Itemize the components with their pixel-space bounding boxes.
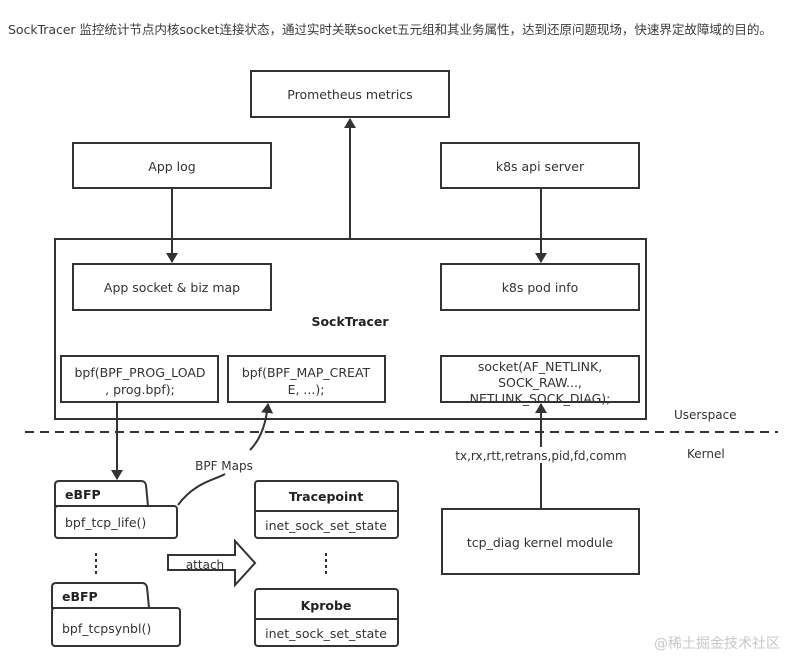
socket-netlink-line-2: SOCK_RAW...,: [498, 375, 582, 390]
kernel-label: Kernel: [687, 447, 725, 461]
kprobe-hook: Kprobe inet_sock_set_state: [254, 588, 399, 647]
bpf-prog-load-box: bpf(BPF_PROG_LOAD , prog.bpf);: [60, 355, 219, 403]
ebpf-program-1-title: eBFP: [65, 487, 101, 502]
bpf-map-create-line-2: E, ...);: [288, 382, 325, 397]
diag-fields-label: tx,rx,rtt,retrans,pid,fd,comm: [455, 449, 626, 463]
kprobe-func: inet_sock_set_state: [265, 626, 387, 641]
userspace-label: Userspace: [674, 408, 737, 422]
tracepoint-title: Tracepoint: [289, 489, 363, 504]
bpf-map-create-box: bpf(BPF_MAP_CREAT E, ...);: [227, 355, 386, 403]
k8s-api-server-label: k8s api server: [496, 159, 585, 174]
socket-netlink-box: socket(AF_NETLINK, SOCK_RAW..., NETLINK_…: [440, 355, 640, 406]
watermark: @稀土掘金技术社区: [654, 636, 780, 652]
tracepoint-hook: Tracepoint inet_sock_set_state: [254, 480, 399, 539]
socket-netlink-line-1: socket(AF_NETLINK,: [478, 359, 602, 374]
app-socket-biz-map-box: App socket & biz map: [72, 263, 272, 311]
prometheus-metrics-label: Prometheus metrics: [287, 87, 412, 102]
bpf-map-create-line-1: bpf(BPF_MAP_CREAT: [242, 365, 371, 380]
app-log-label: App log: [148, 159, 195, 174]
k8s-pod-info-label: k8s pod info: [502, 280, 579, 295]
ebpf-program-2-title: eBFP: [62, 589, 98, 604]
attach-arrow: attach: [167, 538, 257, 588]
app-socket-biz-map-label: App socket & biz map: [104, 280, 240, 295]
bpf-prog-load-line-1: bpf(BPF_PROG_LOAD: [74, 365, 205, 380]
k8s-api-server-box: k8s api server: [440, 142, 640, 189]
socket-netlink-line-3: NETLINK_SOCK_DIAG);: [470, 391, 611, 406]
prometheus-metrics-box: Prometheus metrics: [250, 70, 450, 118]
tcp-diag-module-label: tcp_diag kernel module: [467, 535, 614, 550]
bpf-maps-curve-lower: [177, 473, 226, 506]
ebpf-program-2-func: bpf_tcpsynbl(): [62, 621, 151, 636]
ebpf-program-1-func: bpf_tcp_life(): [65, 515, 146, 530]
k8s-pod-info-box: k8s pod info: [440, 263, 640, 311]
attach-label: attach: [186, 558, 224, 572]
architecture-diagram: Prometheus metrics App log k8s api serve…: [25, 70, 780, 652]
ebpf-program-1: eBFP bpf_tcp_life(): [54, 480, 178, 539]
bpf-maps-curve-upper: [249, 403, 274, 451]
bpf-prog-load-line-2: , prog.bpf);: [105, 382, 175, 397]
bpf-maps-label: BPF Maps: [195, 459, 253, 473]
app-log-box: App log: [72, 142, 272, 189]
socktracer-label: SockTracer: [311, 314, 389, 329]
kprobe-title: Kprobe: [301, 598, 352, 613]
tracepoint-func: inet_sock_set_state: [265, 518, 387, 533]
ebpf-program-2: eBFP bpf_tcpsynbl(): [51, 582, 181, 647]
tcp-diag-module-box: tcp_diag kernel module: [441, 508, 640, 575]
